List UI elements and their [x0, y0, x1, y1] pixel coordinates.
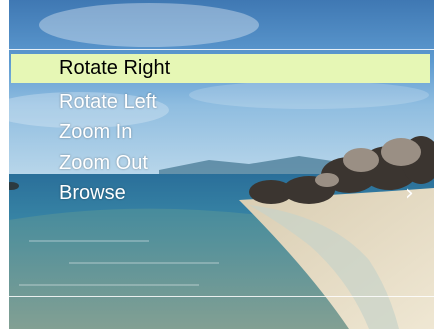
menu-item-zoom-out[interactable]: Zoom Out — [9, 149, 434, 178]
photo-viewer-screen: Rotate Right Rotate Left Zoom In Zoom Ou… — [9, 0, 434, 329]
menu-item-zoom-in[interactable]: Zoom In — [9, 118, 434, 147]
menu-item-browse[interactable]: Browse — [9, 179, 434, 208]
menu-item-label: Rotate Left — [59, 91, 157, 113]
menu-item-label: Rotate Right — [59, 57, 171, 79]
bottom-divider — [9, 296, 434, 297]
menu-item-rotate-right[interactable]: Rotate Right — [11, 54, 430, 83]
menu-item-rotate-left[interactable]: Rotate Left — [9, 88, 434, 117]
top-divider — [9, 49, 434, 50]
menu-item-label: Zoom In — [59, 121, 133, 143]
chevron-right-icon[interactable]: › — [405, 183, 414, 205]
menu-item-label: Zoom Out — [59, 152, 148, 174]
menu-item-label: Browse — [59, 182, 126, 204]
